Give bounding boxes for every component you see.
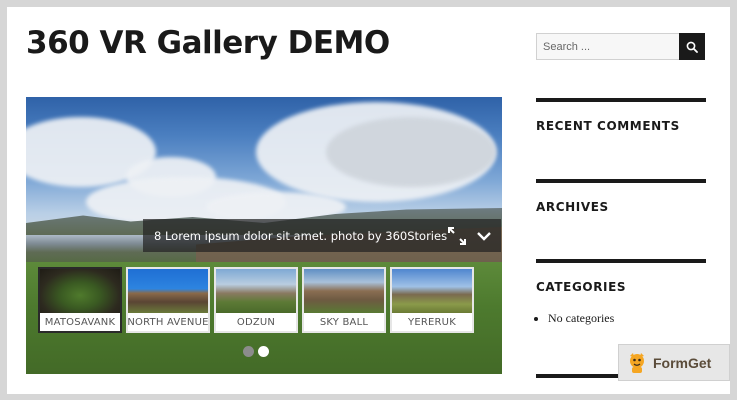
search-form	[536, 33, 705, 60]
chevron-down-icon	[476, 231, 491, 241]
formget-logo-icon	[630, 352, 644, 373]
widget-title-categories: CATEGORIES	[536, 280, 627, 294]
formget-badge[interactable]: FormGet	[619, 345, 729, 380]
thumbnail-odzun[interactable]: ODZUN	[214, 267, 298, 333]
thumbnail-matosavank[interactable]: MATOSAVANK	[38, 267, 122, 333]
widget-archives: ARCHIVES	[536, 179, 706, 214]
thumbnail-image	[216, 269, 296, 313]
search-input[interactable]	[536, 33, 679, 60]
fullscreen-button[interactable]	[447, 225, 466, 247]
thumbnail-strip: MATOSAVANK NORTH AVENUE ODZUN SKY BALL Y…	[38, 267, 474, 333]
categories-list: No categories	[536, 311, 706, 326]
search-button[interactable]	[679, 33, 705, 60]
thumbnail-label: ODZUN	[236, 316, 276, 328]
pagination-dot-2[interactable]	[258, 346, 269, 357]
thumbnail-label: MATOSAVANK	[44, 316, 116, 328]
category-item: No categories	[548, 311, 706, 326]
thumbnail-label: NORTH AVENUE	[127, 316, 209, 328]
thumbnail-north-avenue[interactable]: NORTH AVENUE	[126, 267, 210, 333]
pagination-dots	[243, 346, 269, 357]
expand-icon	[447, 226, 466, 245]
thumbnail-image	[304, 269, 384, 313]
thumbnail-label: YERERUK	[408, 316, 456, 328]
thumbnail-image	[392, 269, 472, 313]
search-icon	[686, 41, 698, 53]
page: 360 VR Gallery DEMO RECENT COMMENTS ARCH…	[7, 7, 730, 394]
site-title[interactable]: 360 VR Gallery DEMO	[26, 25, 390, 61]
thumbnail-label: SKY BALL	[319, 316, 369, 328]
thumbnail-yereruk[interactable]: YERERUK	[390, 267, 474, 333]
widget-title-recent-comments: RECENT COMMENTS	[536, 119, 680, 133]
widget-recent-comments: RECENT COMMENTS	[536, 98, 706, 133]
pagination-dot-1[interactable]	[243, 346, 254, 357]
thumbnail-image	[128, 269, 208, 313]
toggle-thumbnails-button[interactable]	[474, 225, 493, 247]
thumbnail-sky-ball[interactable]: SKY BALL	[302, 267, 386, 333]
photo-caption: 8 Lorem ipsum dolor sit amet. photo by 3…	[154, 228, 448, 243]
vr-gallery-viewer[interactable]: 8 Lorem ipsum dolor sit amet. photo by 3…	[26, 97, 502, 374]
widget-title-archives: ARCHIVES	[536, 200, 609, 214]
formget-label: FormGet	[653, 354, 712, 371]
widget-categories: CATEGORIES No categories	[536, 259, 706, 326]
caption-bar: 8 Lorem ipsum dolor sit amet. photo by 3…	[143, 219, 501, 252]
thumbnail-image	[40, 269, 120, 313]
